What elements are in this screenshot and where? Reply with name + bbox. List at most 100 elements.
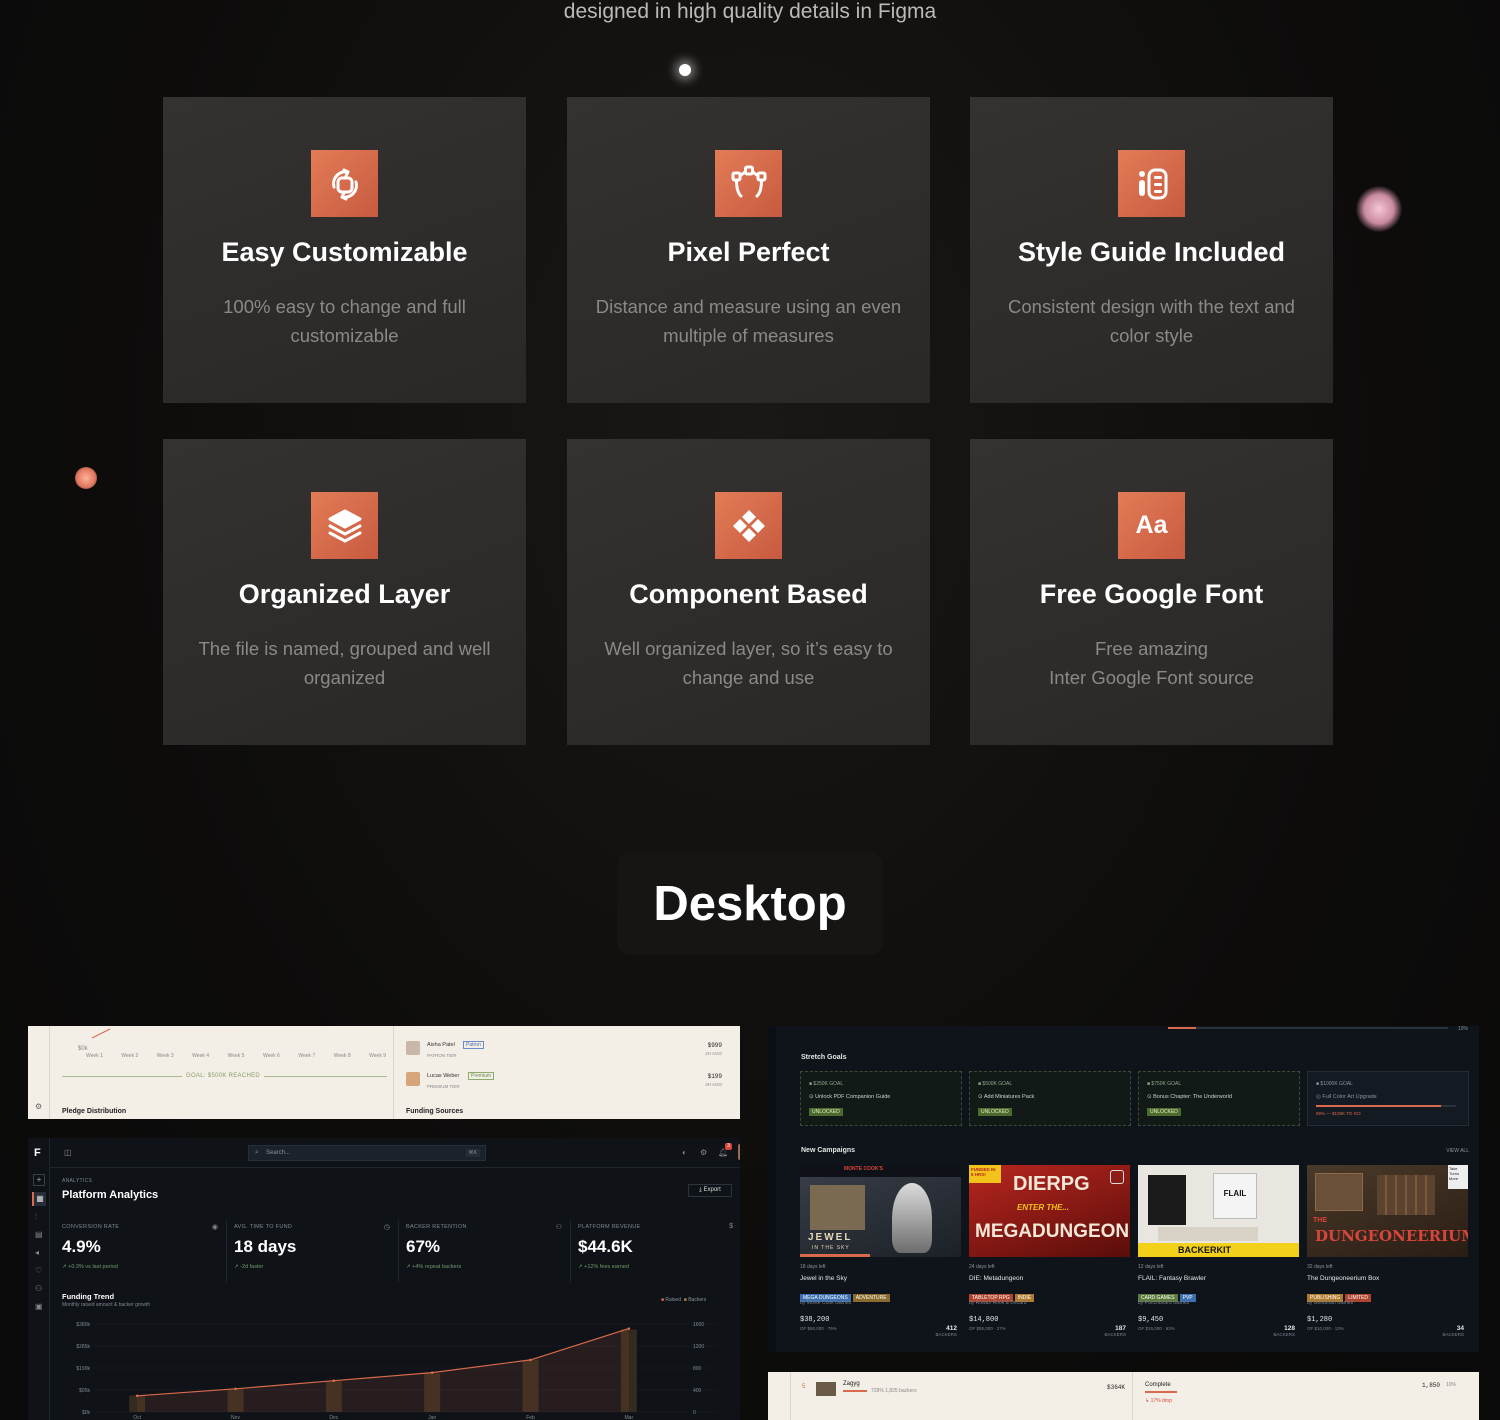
kpi-card: CONVERSION RATE 4.9% ↗ +0.3% vs last per… [56,1220,227,1282]
campaign-progress-label: 10% [1458,1026,1469,1032]
campaign-bar [843,1390,867,1392]
dice-icon [1110,1170,1124,1184]
kpi-label: AVG. TIME TO FUND [234,1224,293,1230]
kpi-label: PLATFORM REVENUE [578,1224,641,1230]
feature-card: Component Based Well organized layer, so… [567,439,930,745]
screenshot-funding-overview: ⚙ $0k Week 1 Week 2 Week 3 Week 4 Week 5 Week… [28,1026,740,1119]
legend: ■ Raised ■ Backers [661,1297,706,1303]
dollar-icon: $ [729,1223,733,1230]
x-tick-label: Dec [329,1415,338,1420]
tag-list: MEGA DUNGEONS ADVENTURE [800,1286,961,1302]
tag-list: PUBLISHING LIMITED [1307,1286,1468,1302]
stretch-goal-status: 89% — $108K TO GO [1316,1111,1361,1116]
document-icon[interactable]: ▤ [35,1230,43,1239]
font-icon: Aa [1118,492,1185,559]
campaign-amount: $364K [1107,1384,1126,1391]
settings-icon[interactable]: ⚙ [35,1102,42,1111]
cover-title: DUNGEONEERIUM [1315,1227,1468,1245]
campaign-cover: MONTE COOK'S JEWEL IN THE SKY [800,1165,961,1257]
trend-title: Funding Trend [62,1292,115,1301]
backer-row[interactable]: Lucas Weber Premium PREMIUM TIER $199 3H… [406,1072,732,1094]
campaign-card[interactable]: FLAIL BACKERKIT 12 days left FLAIL: Fant… [1138,1165,1299,1337]
feature-card: Pixel Perfect Distance and measure using… [567,97,930,403]
megaphone-icon[interactable]: ◂ [35,1248,39,1257]
backer-row[interactable]: Aisha Patel Patron PATRON TIER $999 2H A… [406,1041,732,1063]
stretch-goal-progress [1316,1105,1456,1107]
campaign-stats: 728% 1,825 backers [871,1388,917,1394]
feature-description-line: Inter Google Font source [1049,667,1254,688]
rotate-shapes-icon [311,150,378,217]
kpi-card: AVG. TIME TO FUND 18 days ↗ -2d faster ◷ [228,1220,399,1282]
cover-title: JEWEL [808,1232,853,1243]
chart-panel: $0k Week 1 Week 2 Week 3 Week 4 Week 5 Week 6… [52,1026,394,1119]
raised-point [332,1379,336,1383]
raised-area [137,1328,629,1412]
component-icon [715,492,782,559]
app-logo[interactable]: F [34,1147,41,1159]
campaign-card[interactable]: FUNDED IN 6 HRS! DIERPG ENTER THE... MEG… [969,1165,1130,1337]
week-label: Week 1 [86,1053,103,1059]
screenshot-platform-analytics: F + ▦ ⫶ ▤ ◂ ♡ ⚇ ▣ ◫ ⌕ Search... ⌘K ◐ ⚙ 🔔… [28,1138,740,1420]
legend-raised: Raised [665,1297,681,1303]
stretch-goal-name-text: Bonus Chapter: The Underworld [1153,1094,1232,1100]
backer-name: Aisha Patel [427,1042,455,1048]
raised-amount: $1,280 [1307,1316,1333,1324]
stretch-goal-progress-fill [1316,1105,1441,1107]
raised-amount: $9,450 [1138,1316,1164,1324]
kpi-label: CONVERSION RATE [62,1224,120,1230]
days-left: 18 days left [800,1264,826,1270]
legend-backers: Backers [688,1297,707,1303]
feature-title: Organized Layer [238,579,451,609]
week-label: Week 4 [192,1053,210,1059]
kpi-value: 18 days [234,1237,297,1256]
y2-tick-label: 800 [693,1366,702,1372]
kpi-delta: ↗ -2d faster [234,1264,264,1270]
campaign-creator: by Goodman Games [1307,1300,1354,1306]
users-icon[interactable]: ⚇ [35,1284,42,1293]
campaign-name: Zagyg [843,1381,860,1387]
stretch-goal-card: ■ $250K GOAL ⊙ Unlock PDF Companion Guid… [800,1071,962,1126]
campaign-card[interactable]: Take Turns More THE DUNGEONEERIUM 32 day… [1307,1165,1468,1337]
y2-tick-label: 1600 [693,1322,704,1328]
chart-icon[interactable]: ⫶ [35,1212,37,1222]
feature-card: Aa Free Google Font Free amazing Inter G… [970,439,1333,745]
cover-panel [810,1185,865,1230]
feature-description: Distance and measure using an even multi… [595,296,902,346]
kpi-value: $44.6K [578,1237,633,1256]
y2-tick-label: 1200 [693,1344,704,1350]
backers-label: BACKERS [1442,1332,1464,1337]
screenshot-leaderboard: 5 Zagyg 728% 1,825 backers $364K Complet… [768,1372,1479,1420]
stretch-goal-amount: ■ $750K GOAL [1147,1081,1182,1087]
add-icon[interactable]: + [33,1174,45,1186]
cover-text: ENTER THE... [1017,1203,1070,1212]
heart-icon[interactable]: ♡ [35,1266,42,1275]
campaign-creator: by Rowan Rook & Decard [969,1300,1027,1306]
screenshot-campaigns: 10% Stretch Goals ■ $250K GOAL ⊙ Unlock … [768,1026,1479,1352]
stretch-goal-amount: ■ $1000K GOAL [1316,1081,1353,1087]
backer-time: 3H AGO [705,1082,722,1087]
campaign-card[interactable]: MONTE COOK'S JEWEL IN THE SKY 18 days le… [800,1165,961,1337]
x-tick-label: Mar [625,1415,634,1420]
view-all-link[interactable]: VIEW ALL [1446,1148,1469,1154]
backer-amount: $199 [707,1073,722,1080]
kpi-value: 67% [406,1237,441,1256]
feature-description: The file is named, grouped and well orga… [198,638,491,688]
backers-count: 187 BACKERS [1104,1325,1126,1337]
right-percent: 10% [1446,1382,1457,1388]
days-left: 32 days left [1307,1264,1333,1270]
stretch-goal-amount-text: $500K GOAL [982,1081,1013,1087]
dashboard-icon[interactable]: ▦ [32,1192,46,1206]
feature-description: Well organized layer, so it’s easy to ch… [604,638,893,688]
feature-card: Style Guide Included Consistent design w… [970,97,1333,403]
funding-bar [800,1254,870,1257]
clock-icon: ◷ [383,1224,390,1231]
kpi-card: PLATFORM REVENUE $44.6K ↗ +12% fees earn… [572,1220,740,1282]
stretch-goal-name: ◎ Full Color Art Upgrade [1316,1094,1377,1100]
stretch-goal-amount: ■ $250K GOAL [809,1081,844,1087]
feature-title: Pixel Perfect [667,237,830,267]
feature-title: Free Google Font [1039,579,1264,609]
stretch-goal-name-text: Unlock PDF Companion Guide [815,1094,891,1100]
cover-cards [1158,1227,1258,1241]
stretch-goal-status: UNLOCKED [1147,1108,1181,1116]
funding-sources-title: Funding Sources [406,1108,464,1115]
